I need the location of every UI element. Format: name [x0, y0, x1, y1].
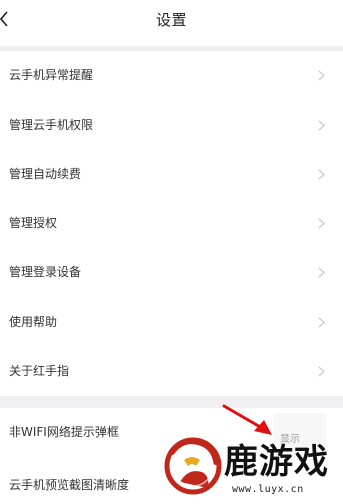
chevron-right-icon — [318, 120, 325, 131]
menu-item-manage-authorization[interactable]: 管理授权 — [0, 199, 343, 247]
setting-label: 非WIFI网络提示弹框 — [9, 425, 119, 439]
deer-logo-icon — [164, 437, 222, 495]
watermark: 鹿游戏 www.luyx.cn — [160, 428, 343, 504]
menu-item-about[interactable]: 关于红手指 — [0, 347, 343, 395]
nav-bar: 设置 — [0, 0, 343, 46]
setting-label: 云手机预览截图清晰度 — [9, 478, 130, 492]
menu-item-label: 使用帮助 — [9, 315, 58, 329]
menu-item-manage-permissions[interactable]: 管理云手机权限 — [0, 101, 343, 149]
menu-item-login-devices[interactable]: 管理登录设备 — [0, 248, 343, 296]
menu-item-cloud-phone-alert[interactable]: 云手机异常提醒 — [0, 51, 343, 99]
chevron-right-icon — [318, 218, 325, 229]
menu-item-label: 关于红手指 — [9, 364, 70, 378]
menu-item-label: 管理授权 — [9, 216, 58, 230]
menu-item-help[interactable]: 使用帮助 — [0, 298, 343, 346]
menu-item-label: 管理云手机权限 — [9, 118, 94, 132]
watermark-title: 鹿游戏 — [224, 442, 329, 482]
menu-item-label: 管理自动续费 — [9, 167, 82, 181]
chevron-right-icon — [318, 366, 325, 377]
chevron-right-icon — [318, 317, 325, 328]
watermark-url: www.luyx.cn — [232, 484, 304, 495]
menu-item-label: 云手机异常提醒 — [9, 68, 94, 82]
menu-item-auto-renew[interactable]: 管理自动续费 — [0, 150, 343, 198]
chevron-right-icon — [318, 70, 325, 81]
chevron-right-icon — [318, 267, 325, 278]
page-title: 设置 — [155, 11, 187, 29]
chevron-right-icon — [318, 169, 325, 180]
menu-item-label: 管理登录设备 — [9, 265, 82, 279]
menu-list: 云手机异常提醒 管理云手机权限 管理自动续费 管理授权 管理登录设备 使用帮助 … — [0, 51, 343, 396]
